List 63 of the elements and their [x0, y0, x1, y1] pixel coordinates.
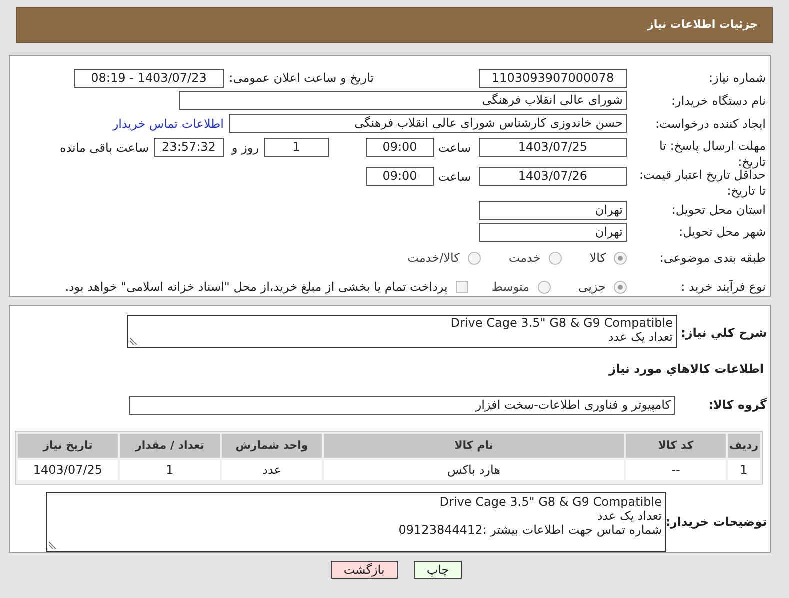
- input-field[interactable]: 1403/07/26: [479, 167, 627, 186]
- column-header: تعداد / مقدار: [120, 434, 220, 458]
- table-cell: عدد: [222, 460, 322, 480]
- field-label: گروه کالا:: [708, 397, 767, 414]
- input-field[interactable]: 1403/07/23 - 08:19: [74, 68, 224, 88]
- input-field[interactable]: حسن خاندوزی کارشناس شورای عالی انقلاب فرهنگی: [229, 114, 627, 133]
- table-cell: هارد باکس: [324, 460, 624, 480]
- radio-button[interactable]: [614, 252, 627, 264]
- field-label: حداقل تاریخ اعتبار قیمت: تا تاریخ:: [638, 168, 766, 199]
- radio-button[interactable]: [538, 280, 551, 294]
- field-label: نوع فرآیند خرید :: [680, 279, 766, 296]
- input-field[interactable]: تهران: [479, 222, 627, 242]
- resize-grip-icon[interactable]: [49, 541, 57, 549]
- treasury-note: پرداخت تمام یا بخشی از مبلغ خرید،از محل "اسناد خزانه اسلامی" خواهد بود.: [65, 279, 448, 296]
- input-field[interactable]: 09:00: [366, 138, 434, 157]
- input-field[interactable]: تهران: [479, 200, 627, 220]
- option-label: جزیی: [578, 279, 606, 296]
- radio-button[interactable]: [548, 252, 562, 264]
- field-label: شماره نیاز:: [708, 70, 766, 87]
- section-heading: اطلاعات کالاهاي مورد نياز: [609, 360, 765, 378]
- field-label: طبقه بندی موضوعی:: [658, 250, 766, 267]
- field-label: استان محل تحویل:: [670, 202, 766, 219]
- text-area[interactable]: Drive Cage 3.5" G8 & G9 Compatible تعداد یک عدد شماره تماس جهت اطلاعات بیشتر :09123844412: [46, 492, 666, 552]
- field-label: ساعت: [437, 140, 472, 157]
- table-cell: 1: [120, 460, 220, 480]
- field-label: نام دستگاه خریدار:: [670, 92, 766, 110]
- option-label: کالا/خدمت: [408, 250, 460, 267]
- table-cell: 1: [728, 460, 760, 480]
- contact-link[interactable]: اطلاعات تماس خریدار: [112, 114, 224, 132]
- input-field[interactable]: 1: [264, 138, 329, 157]
- field-label: شهر محل تحویل:: [678, 224, 766, 241]
- checkbox[interactable]: [456, 281, 468, 293]
- page-title: جزئیات اطلاعات نیاز: [648, 16, 758, 33]
- field-label: روز و: [230, 140, 260, 157]
- timer-field[interactable]: 23:57:32: [154, 138, 224, 157]
- back-button[interactable]: بازگشت: [330, 561, 398, 579]
- field-label: مهلت ارسال پاسخ: تا تاریخ:: [658, 138, 766, 170]
- radio-button[interactable]: [614, 280, 627, 294]
- input-field[interactable]: کامپیوتر و فناوری اطلاعات-سخت افزار: [129, 396, 675, 414]
- field-label: توضیحات خریدار:: [666, 514, 767, 531]
- column-header: واحد شمارش: [222, 434, 322, 458]
- input-field[interactable]: 1103093907000078: [479, 68, 627, 88]
- column-header: کد کالا: [626, 434, 726, 458]
- field-label: شرح کلي نياز:: [680, 325, 767, 342]
- table-cell: --: [626, 460, 726, 480]
- input-field[interactable]: 09:00: [366, 167, 434, 186]
- field-label: تاریخ و ساعت اعلان عمومی:: [228, 70, 374, 87]
- resize-grip-icon[interactable]: [130, 337, 138, 345]
- print-button[interactable]: چاپ: [414, 561, 462, 579]
- input-field[interactable]: 1403/07/25: [479, 138, 627, 157]
- field-label: ساعت باقی مانده: [60, 140, 150, 157]
- radio-button[interactable]: [468, 252, 481, 264]
- option-label: متوسط: [492, 279, 530, 296]
- option-label: خدمت: [508, 250, 541, 267]
- field-label: ایجاد کننده درخواست:: [654, 116, 766, 132]
- column-header: نام کالا: [324, 434, 624, 458]
- input-field[interactable]: شورای عالی انقلاب فرهنگی: [179, 91, 627, 110]
- text-area[interactable]: Drive Cage 3.5" G8 & G9 Compatible تعداد یک عدد: [127, 315, 677, 348]
- column-header: ردیف: [728, 434, 760, 458]
- table-cell: 1403/07/25: [18, 460, 118, 480]
- column-header: تاریخ نیاز: [18, 434, 118, 458]
- field-label: ساعت: [437, 169, 472, 186]
- option-label: کالا: [590, 250, 606, 267]
